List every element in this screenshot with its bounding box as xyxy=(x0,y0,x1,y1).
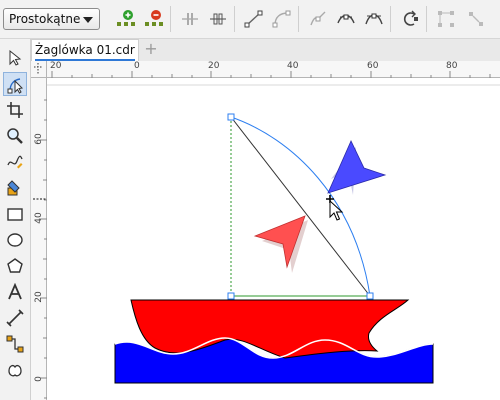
shape-mode-value: Prostokątne xyxy=(9,12,81,26)
to-curve-button[interactable] xyxy=(268,0,296,38)
freehand-curve-icon xyxy=(7,155,23,169)
separator xyxy=(426,6,427,32)
reverse-direction-icon xyxy=(403,10,418,26)
separator xyxy=(298,6,299,32)
symmetrical-node-icon xyxy=(365,13,383,25)
ruler-label: 20 xyxy=(208,61,220,71)
ruler-label: 0 xyxy=(134,61,140,71)
ruler-label: 60 xyxy=(367,61,379,71)
ellipse-tool[interactable] xyxy=(3,228,27,252)
extract-subpath-button[interactable] xyxy=(432,0,460,38)
add-tab-button[interactable]: + xyxy=(144,41,158,57)
add-node-button[interactable] xyxy=(112,0,140,38)
shape-mode-dropdown[interactable]: Prostokątne xyxy=(3,8,100,30)
text-a-icon xyxy=(8,283,22,300)
polygon-tool[interactable] xyxy=(3,254,27,278)
join-nodes-icon xyxy=(182,13,198,25)
ruler-label: 60 xyxy=(34,133,44,145)
sail-edge xyxy=(230,116,371,297)
break-curve-icon xyxy=(210,13,226,25)
rectangle-tool[interactable] xyxy=(3,202,27,226)
drawing-canvas[interactable] xyxy=(47,78,500,400)
crop-icon xyxy=(7,102,23,118)
chevron-down-icon xyxy=(83,17,93,23)
dimension-line-icon xyxy=(6,309,24,327)
separator xyxy=(170,6,171,32)
zoom-magnifier-icon xyxy=(7,128,23,144)
vertical-ruler[interactable]: 60 40 20 0 xyxy=(31,78,47,400)
cusp-node-button[interactable] xyxy=(304,0,332,38)
break-curve-button[interactable] xyxy=(204,0,232,38)
shape-edit-icon xyxy=(7,78,24,94)
curve-node[interactable] xyxy=(366,292,374,300)
smooth-node-icon xyxy=(337,14,355,24)
separator xyxy=(234,6,235,32)
ruler-label: 0 xyxy=(34,376,44,382)
curve-node[interactable] xyxy=(227,292,235,300)
to-curve-icon xyxy=(272,10,291,28)
ruler-label: 20 xyxy=(34,291,44,303)
freehand-tool[interactable] xyxy=(3,150,27,174)
symmetrical-node-button[interactable] xyxy=(360,0,388,38)
node-options-icon xyxy=(469,12,483,26)
document-tab-title: Żaglówka 01.cdr xyxy=(35,43,135,57)
to-line-button[interactable] xyxy=(240,0,268,38)
zoom-tool[interactable] xyxy=(3,124,27,148)
ellipse-icon xyxy=(7,233,23,247)
separator xyxy=(390,6,391,32)
document-tab-bar: Żaglówka 01.cdr + xyxy=(30,39,500,62)
sailboat-drawing[interactable] xyxy=(47,78,500,400)
crop-tool[interactable] xyxy=(3,98,27,122)
vertical-ruler-ticks xyxy=(40,99,47,399)
ruler-cursor-marker xyxy=(33,198,47,200)
polygon-icon xyxy=(7,258,23,273)
cusp-node-icon xyxy=(310,11,326,26)
mouse-pointer-icon xyxy=(329,199,344,221)
smooth-node-button[interactable] xyxy=(332,0,360,38)
pointer-arrow-icon xyxy=(9,49,22,66)
extract-subpath-icon xyxy=(438,11,454,27)
horizontal-ruler[interactable]: 20 0 20 40 60 80 xyxy=(47,61,500,78)
blue-flag[interactable] xyxy=(327,140,387,194)
delete-node-icon xyxy=(145,10,163,26)
curve-node[interactable] xyxy=(227,113,235,121)
property-bar: Prostokątne xyxy=(0,0,500,39)
node-options-button[interactable] xyxy=(462,0,490,38)
join-nodes-button[interactable] xyxy=(176,0,204,38)
toolbox xyxy=(0,39,31,400)
ruler-label: 20 xyxy=(50,61,62,71)
horizontal-ruler-ticks xyxy=(51,71,491,78)
smart-fill-tool[interactable] xyxy=(3,176,27,200)
ruler-label: 40 xyxy=(34,212,44,224)
connector-icon xyxy=(6,335,24,353)
ruler-origin-corner[interactable] xyxy=(31,61,47,78)
interactive-tool[interactable] xyxy=(3,358,27,382)
text-tool[interactable] xyxy=(3,280,27,304)
rectangle-icon xyxy=(7,208,23,221)
delete-node-button[interactable] xyxy=(140,0,168,38)
ruler-origin-icon xyxy=(34,63,43,75)
pick-tool[interactable] xyxy=(3,46,27,70)
blend-shapes-icon xyxy=(8,364,22,377)
connector-tool[interactable] xyxy=(3,332,27,356)
ruler-label: 80 xyxy=(446,61,458,71)
paint-bucket-icon xyxy=(7,180,20,196)
add-node-icon xyxy=(117,10,135,26)
to-line-icon xyxy=(244,10,263,28)
reverse-direction-button[interactable] xyxy=(396,0,424,38)
boat-hull[interactable] xyxy=(130,299,410,359)
ruler-label: 40 xyxy=(287,61,299,71)
dimension-tool[interactable] xyxy=(3,306,27,330)
shape-tool[interactable] xyxy=(3,72,27,96)
document-tab[interactable]: Żaglówka 01.cdr xyxy=(31,39,139,61)
